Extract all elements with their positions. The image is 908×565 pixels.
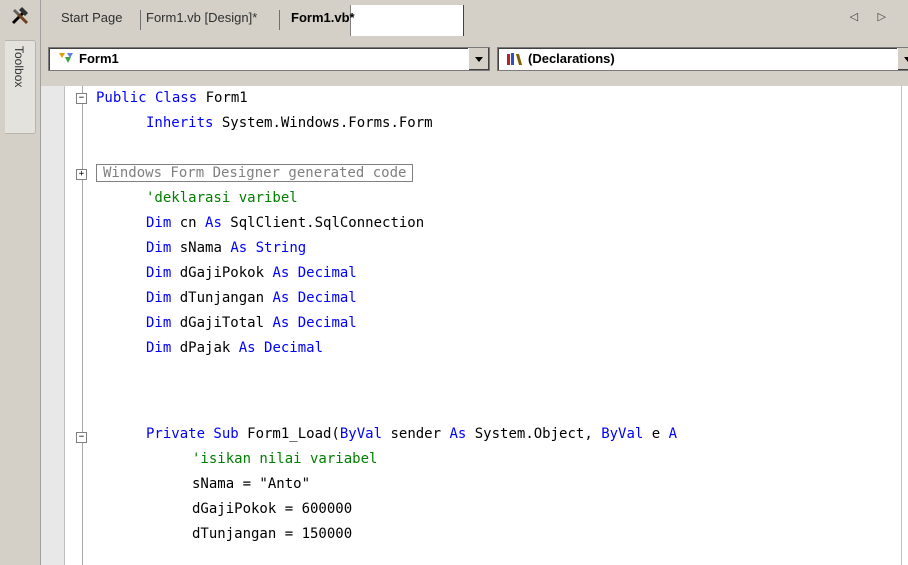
code-line[interactable]: 'isikan nilai variabel bbox=[192, 447, 377, 471]
tab-start-page[interactable]: Start Page bbox=[61, 10, 122, 25]
outline-line bbox=[82, 86, 83, 565]
code-line[interactable]: Dim dGajiPokok As Decimal bbox=[146, 261, 357, 285]
code-line[interactable]: Dim dGajiTotal As Decimal bbox=[146, 311, 357, 335]
tab-separator bbox=[279, 10, 280, 30]
vertical-scrollbar[interactable] bbox=[901, 86, 908, 565]
code-line[interactable]: Windows Form Designer generated code bbox=[96, 161, 414, 185]
code-editor[interactable]: − Public Class Form1 Inherits System.Win… bbox=[41, 86, 908, 565]
tab-scroll-arrows[interactable]: ◁ ▷ bbox=[850, 10, 894, 23]
collapse-icon[interactable]: − bbox=[76, 432, 87, 443]
indicator-margin bbox=[41, 86, 65, 565]
method-dropdown-button[interactable] bbox=[897, 48, 908, 70]
method-name-value: (Declarations) bbox=[528, 51, 615, 66]
document-tab-strip: Start Page Form1.vb [Design]* Form1.vb* … bbox=[41, 0, 908, 36]
method-name-dropdown[interactable]: (Declarations) bbox=[497, 47, 908, 71]
class-dropdown-button[interactable] bbox=[468, 48, 489, 70]
code-line[interactable]: dTunjangan = 150000 bbox=[192, 522, 352, 546]
tab-form1-code[interactable]: Form1.vb* bbox=[291, 10, 355, 25]
code-line[interactable]: Public Class Form1 bbox=[96, 86, 248, 110]
toolbox-label: Toolbox bbox=[12, 46, 26, 88]
declarations-icon bbox=[506, 51, 524, 67]
collapse-icon[interactable]: − bbox=[76, 93, 87, 104]
code-line[interactable]: Inherits System.Windows.Forms.Form bbox=[146, 111, 433, 135]
chevron-down-icon bbox=[904, 57, 908, 62]
tab-separator bbox=[140, 10, 141, 30]
code-line[interactable]: Dim dTunjangan As Decimal bbox=[146, 286, 357, 310]
collapsed-region[interactable]: Windows Form Designer generated code bbox=[96, 164, 414, 182]
toolbox-tools-icon[interactable] bbox=[10, 6, 32, 26]
code-line[interactable]: sNama = "Anto" bbox=[192, 472, 310, 496]
code-line[interactable]: Private Sub Form1_Load(ByVal sender As S… bbox=[146, 422, 677, 446]
expand-icon[interactable]: + bbox=[76, 169, 87, 180]
code-line[interactable]: Dim cn As SqlClient.SqlConnection bbox=[146, 211, 424, 235]
code-line[interactable]: dGajiPokok = 600000 bbox=[192, 497, 352, 521]
chevron-down-icon bbox=[475, 57, 483, 62]
code-line[interactable]: Dim dPajak As Decimal bbox=[146, 336, 323, 360]
code-line[interactable]: Dim sNama As String bbox=[146, 236, 306, 260]
tab-form1-design[interactable]: Form1.vb [Design]* bbox=[146, 10, 257, 25]
navigation-bar: Form1 (Declarations) bbox=[41, 36, 908, 86]
class-icon bbox=[57, 51, 75, 67]
tab-active-background bbox=[350, 5, 464, 36]
class-name-value: Form1 bbox=[79, 51, 119, 66]
class-name-dropdown[interactable]: Form1 bbox=[48, 47, 490, 71]
code-line[interactable]: 'deklarasi varibel bbox=[146, 186, 298, 210]
toolbox-strip: Toolbox bbox=[0, 0, 41, 565]
